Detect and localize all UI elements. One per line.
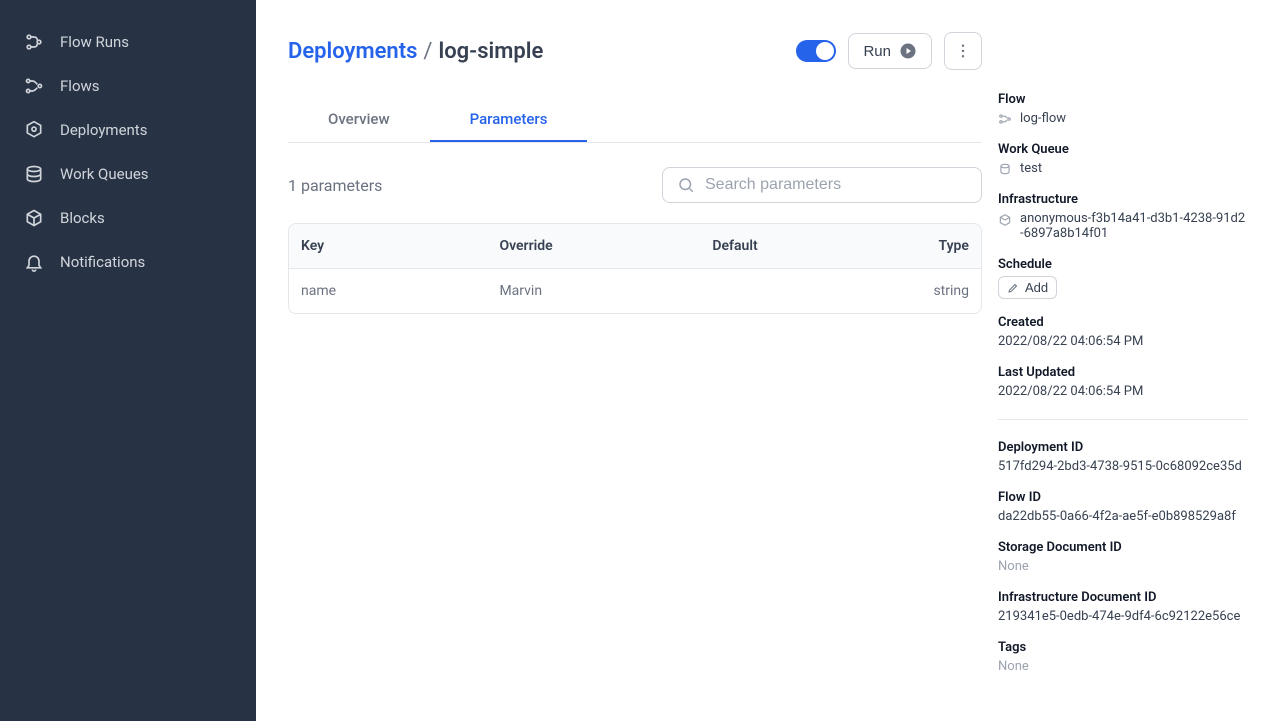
filter-row: 1 parameters bbox=[288, 167, 982, 203]
sidebar-item-label: Blocks bbox=[60, 209, 105, 227]
bell-icon bbox=[24, 252, 44, 272]
td-override: Marvin bbox=[487, 269, 700, 313]
sidebar-item-label: Deployments bbox=[60, 121, 147, 139]
td-key: name bbox=[289, 269, 487, 313]
parameters-table: Key Override Default Type name Marvin st… bbox=[288, 223, 982, 314]
flow-name-link[interactable]: log-flow bbox=[1020, 111, 1066, 126]
details-label: Flow bbox=[998, 92, 1248, 107]
details-value: 517fd294-2bd3-4738-9515-0c68092ce35d bbox=[998, 459, 1248, 474]
details-flow: Flow log-flow bbox=[998, 92, 1248, 126]
th-default: Default bbox=[700, 224, 869, 268]
sidebar-item-label: Flow Runs bbox=[60, 33, 129, 51]
details-label: Schedule bbox=[998, 257, 1248, 272]
details-label: Flow ID bbox=[998, 490, 1248, 505]
add-label: Add bbox=[1025, 280, 1048, 295]
sidebar-item-label: Flows bbox=[60, 77, 100, 95]
infrastructure-link[interactable]: anonymous-f3b14a41-d3b1-4238-91d2-6897a8… bbox=[1020, 211, 1248, 241]
details-schedule: Schedule Add bbox=[998, 257, 1248, 299]
details-value: 219341e5-0edb-474e-9df4-6c92122e56ce bbox=[998, 609, 1248, 624]
sidebar-item-label: Work Queues bbox=[60, 165, 149, 183]
details-label: Infrastructure bbox=[998, 192, 1248, 207]
breadcrumb-current: log-simple bbox=[439, 39, 544, 64]
run-button[interactable]: Run bbox=[848, 33, 932, 69]
sidebar: Flow Runs Flows Deployments Work Queues … bbox=[0, 0, 256, 721]
more-vertical-icon bbox=[954, 42, 972, 60]
details-label: Last Updated bbox=[998, 365, 1248, 380]
tabs: Overview Parameters bbox=[288, 98, 982, 143]
param-count: 1 parameters bbox=[288, 176, 382, 195]
details-value-row: log-flow bbox=[998, 111, 1248, 126]
deployments-icon bbox=[24, 120, 44, 140]
play-circle-icon bbox=[899, 42, 917, 60]
sidebar-item-work-queues[interactable]: Work Queues bbox=[0, 152, 256, 196]
page-header: Deployments / log-simple Run bbox=[288, 32, 982, 70]
details-value-row: test bbox=[998, 161, 1248, 176]
th-type: Type bbox=[870, 224, 981, 268]
td-type: string bbox=[870, 269, 981, 313]
search-input[interactable] bbox=[705, 176, 967, 194]
breadcrumb: Deployments / log-simple bbox=[288, 39, 543, 64]
work-queues-icon bbox=[24, 164, 44, 184]
details-label: Deployment ID bbox=[998, 440, 1248, 455]
details-infra-doc: Infrastructure Document ID 219341e5-0edb… bbox=[998, 590, 1248, 624]
details-work-queue: Work Queue test bbox=[998, 142, 1248, 176]
td-default bbox=[700, 269, 869, 313]
search-icon bbox=[677, 176, 695, 194]
tab-parameters[interactable]: Parameters bbox=[430, 98, 588, 142]
sidebar-item-flows[interactable]: Flows bbox=[0, 64, 256, 108]
divider bbox=[998, 419, 1248, 420]
content: Deployments / log-simple Run bbox=[288, 32, 982, 689]
flow-runs-icon bbox=[24, 32, 44, 52]
flows-icon bbox=[24, 76, 44, 96]
sidebar-item-blocks[interactable]: Blocks bbox=[0, 196, 256, 240]
th-key: Key bbox=[289, 224, 487, 268]
search-box[interactable] bbox=[662, 167, 982, 203]
th-override: Override bbox=[487, 224, 700, 268]
queue-icon bbox=[998, 162, 1012, 176]
work-queue-link[interactable]: test bbox=[1020, 161, 1042, 176]
more-menu-button[interactable] bbox=[944, 32, 982, 70]
details-value-row: anonymous-f3b14a41-d3b1-4238-91d2-6897a8… bbox=[998, 211, 1248, 241]
cube-icon bbox=[998, 213, 1012, 227]
add-schedule-button[interactable]: Add bbox=[998, 276, 1057, 299]
header-actions: Run bbox=[796, 32, 982, 70]
sidebar-item-flow-runs[interactable]: Flow Runs bbox=[0, 20, 256, 64]
tab-overview[interactable]: Overview bbox=[288, 98, 430, 142]
main: Deployments / log-simple Run bbox=[256, 0, 1280, 721]
sidebar-item-label: Notifications bbox=[60, 253, 145, 271]
details-label: Created bbox=[998, 315, 1248, 330]
details-value: None bbox=[998, 559, 1248, 574]
details-value: 2022/08/22 04:06:54 PM bbox=[998, 334, 1248, 349]
details-value: 2022/08/22 04:06:54 PM bbox=[998, 384, 1248, 399]
sidebar-item-notifications[interactable]: Notifications bbox=[0, 240, 256, 284]
details-label: Work Queue bbox=[998, 142, 1248, 157]
enabled-toggle[interactable] bbox=[796, 40, 836, 62]
details-storage-doc: Storage Document ID None bbox=[998, 540, 1248, 574]
details-flow-id: Flow ID da22db55-0a66-4f2a-ae5f-e0b89852… bbox=[998, 490, 1248, 524]
details-value: da22db55-0a66-4f2a-ae5f-e0b898529a8f bbox=[998, 509, 1248, 524]
table-header: Key Override Default Type bbox=[289, 224, 981, 269]
blocks-icon bbox=[24, 208, 44, 228]
details-label: Infrastructure Document ID bbox=[998, 590, 1248, 605]
details-created: Created 2022/08/22 04:06:54 PM bbox=[998, 315, 1248, 349]
run-label: Run bbox=[863, 43, 891, 60]
pencil-icon bbox=[1007, 282, 1019, 294]
details-tags: Tags None bbox=[998, 640, 1248, 674]
details-updated: Last Updated 2022/08/22 04:06:54 PM bbox=[998, 365, 1248, 399]
details-infrastructure: Infrastructure anonymous-f3b14a41-d3b1-4… bbox=[998, 192, 1248, 241]
breadcrumb-sep: / bbox=[423, 39, 432, 64]
flow-icon bbox=[998, 112, 1012, 126]
details-label: Storage Document ID bbox=[998, 540, 1248, 555]
sidebar-item-deployments[interactable]: Deployments bbox=[0, 108, 256, 152]
details-deployment-id: Deployment ID 517fd294-2bd3-4738-9515-0c… bbox=[998, 440, 1248, 474]
details-panel: Flow log-flow Work Queue test Infrastruc… bbox=[998, 32, 1248, 689]
breadcrumb-parent[interactable]: Deployments bbox=[288, 39, 417, 64]
table-row: name Marvin string bbox=[289, 269, 981, 313]
details-value: None bbox=[998, 659, 1248, 674]
details-label: Tags bbox=[998, 640, 1248, 655]
